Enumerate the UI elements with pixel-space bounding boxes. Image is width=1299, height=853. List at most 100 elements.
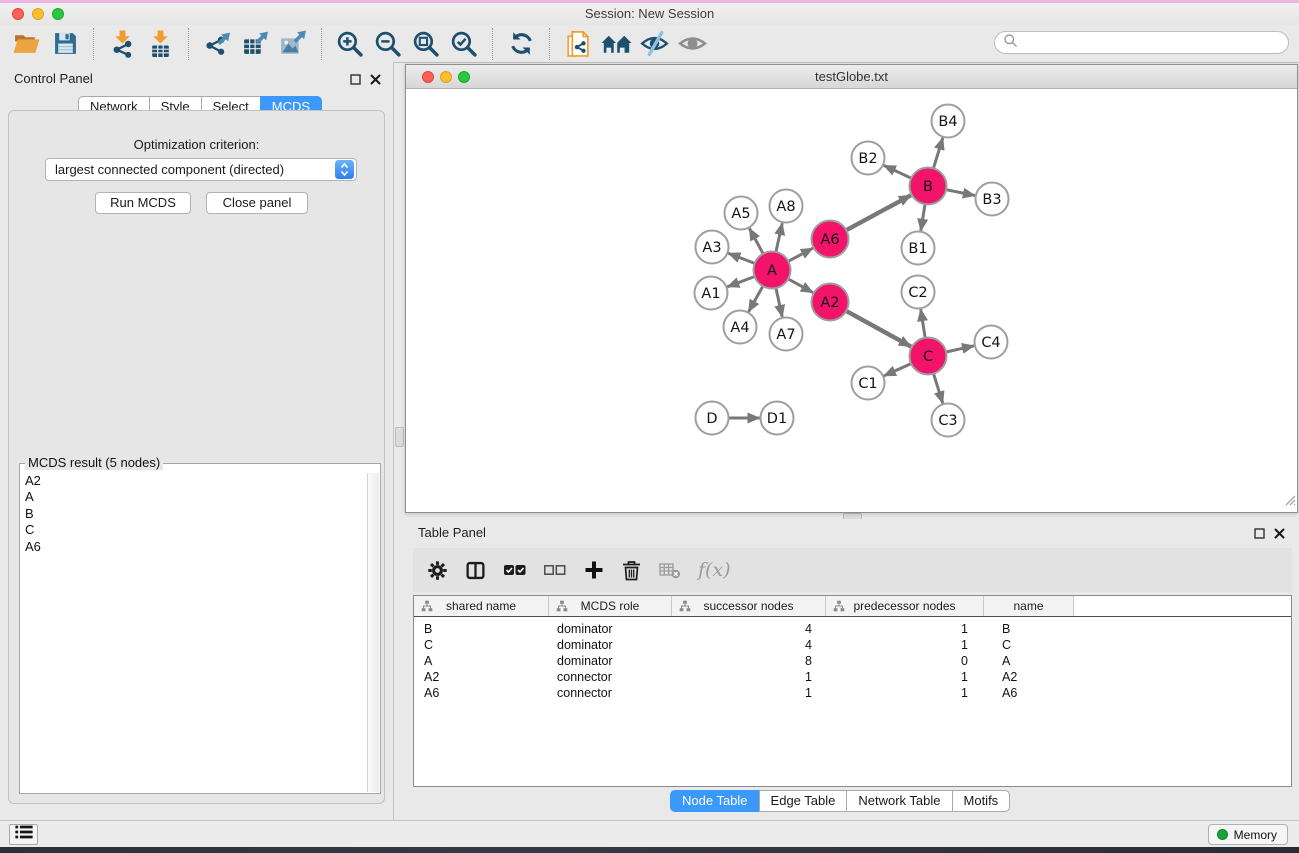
graph-edge-A6-B[interactable] xyxy=(846,195,911,230)
column-header-predecessor-nodes[interactable]: predecessor nodes xyxy=(826,596,984,616)
float-panel-icon[interactable] xyxy=(1254,526,1265,544)
graph-node-B4[interactable]: B4 xyxy=(932,105,965,138)
table-tab-motifs[interactable]: Motifs xyxy=(952,790,1011,812)
graph-edge-A-A4[interactable] xyxy=(749,286,763,312)
table-row[interactable]: A2connector11A2 xyxy=(414,669,1291,685)
refresh-button[interactable] xyxy=(502,28,540,60)
graph-edge-B-B2[interactable] xyxy=(884,165,911,178)
add-column-button[interactable] xyxy=(583,558,604,582)
column-header-successor-nodes[interactable]: successor nodes xyxy=(672,596,826,616)
table-cell[interactable]: 1 xyxy=(826,622,984,636)
graph-edge-A-A7[interactable] xyxy=(776,288,782,317)
table-cell[interactable]: connector xyxy=(549,670,672,684)
graph-node-D1[interactable]: D1 xyxy=(761,402,794,435)
graph-edge-C-C2[interactable] xyxy=(921,309,925,337)
graph-edge-C-C3[interactable] xyxy=(934,374,943,404)
graph-node-A7[interactable]: A7 xyxy=(770,318,803,351)
mcds-result-list[interactable]: A2ABCA6 xyxy=(21,473,367,792)
graph-edge-C-C4[interactable] xyxy=(946,346,974,352)
table-cell[interactable]: 1 xyxy=(672,686,826,700)
graph-node-C1[interactable]: C1 xyxy=(852,367,885,400)
table-cell[interactable]: A xyxy=(414,654,549,668)
table-cell[interactable]: 8 xyxy=(672,654,826,668)
table-tab-network-table[interactable]: Network Table xyxy=(846,790,952,812)
mcds-result-scrollbar[interactable] xyxy=(367,473,379,792)
task-history-button[interactable] xyxy=(9,824,38,845)
network-canvas[interactable]: B4B2BB3A8A5A6A3B1AA1C2A2A4A7C4CC1DD1C3 xyxy=(406,89,1297,512)
import-table-button[interactable] xyxy=(141,28,179,60)
mcds-result-item[interactable]: A2 xyxy=(21,473,367,489)
table-row[interactable]: Adominator80A xyxy=(414,653,1291,669)
graph-node-D[interactable]: D xyxy=(696,402,729,435)
graph-node-C4[interactable]: C4 xyxy=(975,326,1008,359)
graph-edge-B-B1[interactable] xyxy=(921,204,925,230)
table-cell[interactable]: 1 xyxy=(826,670,984,684)
graph-node-A5[interactable]: A5 xyxy=(725,197,758,230)
table-cell[interactable]: A6 xyxy=(414,686,549,700)
table-cell[interactable]: C xyxy=(414,638,549,652)
graph-node-C[interactable]: C xyxy=(910,338,947,375)
table-cell[interactable]: A6 xyxy=(984,686,1074,700)
column-header-shared-name[interactable]: shared name xyxy=(414,596,549,616)
graph-node-A3[interactable]: A3 xyxy=(696,231,729,264)
optimization-criterion-dropdown[interactable]: largest connected component (directed) xyxy=(45,158,357,181)
table-cell[interactable]: dominator xyxy=(549,622,672,636)
table-cell[interactable]: 1 xyxy=(672,670,826,684)
graph-edge-A-A1[interactable] xyxy=(727,277,754,287)
vertical-splitter-handle[interactable] xyxy=(395,427,404,447)
graph-node-A4[interactable]: A4 xyxy=(724,311,757,344)
network-window-titlebar[interactable]: testGlobe.txt xyxy=(406,65,1297,89)
table-cell[interactable]: 4 xyxy=(672,622,826,636)
open-session-button[interactable] xyxy=(8,28,46,60)
graph-node-A1[interactable]: A1 xyxy=(695,277,728,310)
new-network-from-selection-button[interactable] xyxy=(559,28,597,60)
resize-grip-icon[interactable] xyxy=(1283,493,1296,511)
column-layout-button[interactable] xyxy=(465,558,486,582)
show-all-button[interactable] xyxy=(673,28,711,60)
table-cell[interactable]: A2 xyxy=(984,670,1074,684)
graph-edge-A-A3[interactable] xyxy=(728,253,754,263)
float-panel-icon[interactable] xyxy=(350,72,361,90)
table-cell[interactable]: connector xyxy=(549,686,672,700)
deselect-all-checkboxes-button[interactable] xyxy=(543,558,566,582)
zoom-in-button[interactable] xyxy=(331,28,369,60)
table-cell[interactable]: C xyxy=(984,638,1074,652)
search-input[interactable] xyxy=(1018,35,1288,50)
hide-selected-button[interactable] xyxy=(635,28,673,60)
column-header-name[interactable]: name xyxy=(984,596,1074,616)
mcds-result-item[interactable]: A6 xyxy=(21,539,367,555)
table-cell[interactable]: dominator xyxy=(549,638,672,652)
zoom-fit-button[interactable] xyxy=(407,28,445,60)
graph-edge-A-A2[interactable] xyxy=(788,279,813,293)
settings-gear-button[interactable] xyxy=(427,558,448,582)
graph-node-B3[interactable]: B3 xyxy=(976,183,1009,216)
table-cell[interactable]: 1 xyxy=(826,686,984,700)
zoom-out-button[interactable] xyxy=(369,28,407,60)
graph-edge-C-C1[interactable] xyxy=(884,364,911,376)
close-panel-icon[interactable] xyxy=(370,72,381,90)
graph-edge-A-A8[interactable] xyxy=(776,223,782,252)
save-session-button[interactable] xyxy=(46,28,84,60)
column-header-mcds-role[interactable]: MCDS role xyxy=(549,596,672,616)
graph-node-C2[interactable]: C2 xyxy=(902,276,935,309)
graph-node-C3[interactable]: C3 xyxy=(932,404,965,437)
graph-edge-A-A5[interactable] xyxy=(749,228,763,253)
search-field[interactable] xyxy=(994,31,1289,54)
import-network-button[interactable] xyxy=(103,28,141,60)
graph-node-B2[interactable]: B2 xyxy=(852,142,885,175)
graph-edge-A2-C[interactable] xyxy=(846,311,911,347)
mcds-result-item[interactable]: A xyxy=(21,489,367,505)
graph-node-A8[interactable]: A8 xyxy=(770,190,803,223)
graph-node-A6[interactable]: A6 xyxy=(812,221,849,258)
export-network-button[interactable] xyxy=(198,28,236,60)
graph-node-A2[interactable]: A2 xyxy=(812,284,849,321)
table-tab-edge-table[interactable]: Edge Table xyxy=(759,790,848,812)
export-image-button[interactable] xyxy=(274,28,312,60)
table-cell[interactable]: dominator xyxy=(549,654,672,668)
graph-node-A[interactable]: A xyxy=(754,252,791,289)
graph-edge-A-A6[interactable] xyxy=(788,248,812,261)
table-cell[interactable]: 0 xyxy=(826,654,984,668)
delete-column-button[interactable] xyxy=(621,558,642,582)
table-cell[interactable]: A2 xyxy=(414,670,549,684)
table-row[interactable]: Cdominator41C xyxy=(414,637,1291,653)
